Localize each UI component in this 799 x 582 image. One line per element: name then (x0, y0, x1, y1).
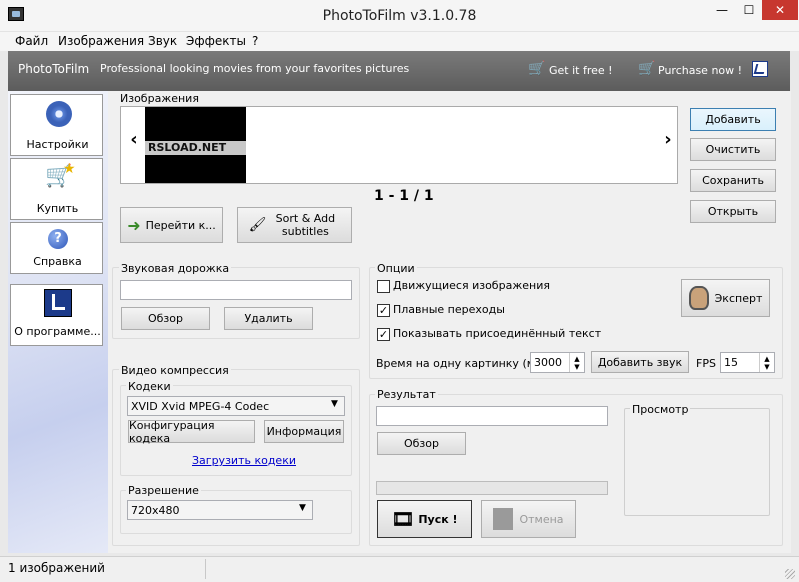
title-bar: PhotoToFilm v3.1.0.78 — ☐ ✕ (0, 0, 799, 32)
result-title: Результат (375, 388, 438, 401)
subtitles-icon: 🖌 (248, 217, 267, 233)
add-button[interactable]: Добавить (690, 108, 776, 131)
codec-config-button[interactable]: Конфигурация кодека (128, 419, 255, 445)
fps-label: FPS (696, 357, 716, 370)
save-button[interactable]: Сохранить (690, 169, 776, 192)
options-title: Опции (375, 262, 417, 275)
expert-button[interactable]: Эксперт (681, 279, 770, 317)
resize-grip-icon[interactable] (785, 569, 795, 579)
help-icon: ? (48, 229, 68, 249)
audio-delete-button[interactable]: Удалить (224, 307, 313, 330)
codecs-title: Кодеки (126, 380, 173, 393)
sidebar-item-settings[interactable]: Настройки (10, 94, 103, 156)
sidebar-item-help[interactable]: ? Справка (10, 222, 103, 274)
minimize-button[interactable]: — (708, 0, 736, 22)
window-title: PhotoToFilm v3.1.0.78 (322, 8, 477, 24)
star-icon: ★ (63, 161, 76, 177)
moving-images-label: Движущиеся изображения (393, 279, 550, 292)
status-divider (205, 559, 206, 579)
sidebar: Настройки 🛒 ★ Купить ? Справка О програм… (8, 91, 108, 553)
get-free-link[interactable]: Get it free ! (549, 64, 613, 77)
next-arrow[interactable]: › (658, 129, 678, 150)
smooth-transitions-label: Плавные переходы (393, 303, 505, 316)
sidebar-item-buy[interactable]: 🛒 ★ Купить (10, 158, 103, 220)
fps-spinner[interactable]: ▲ ▼ (759, 353, 774, 372)
banner: PhotoToFilm Professional looking movies … (8, 51, 790, 91)
sidebar-item-label: Купить (36, 202, 79, 215)
resolution-title: Разрешение (126, 484, 201, 497)
menu-bar: Файл Изображения Звук Эффекты ? (0, 32, 799, 51)
preview-title: Просмотр (630, 403, 691, 416)
codec-info-button[interactable]: Информация (264, 420, 344, 443)
arrow-icon: ➜ (127, 215, 141, 235)
film-reel-icon: 🎞 (391, 508, 415, 530)
show-text-checkbox[interactable]: ✓ (377, 328, 390, 341)
add-sound-button[interactable]: Добавить звук (591, 351, 689, 373)
start-button[interactable]: 🎞 Пуск ! (377, 500, 472, 538)
sidebar-item-label: О программе... (14, 325, 101, 338)
image-strip: ‹ RSLOAD.NET › (120, 106, 678, 184)
chevron-down-icon: ▼ (331, 399, 338, 409)
cart-icon: 🛒 (528, 61, 546, 77)
gear-icon (46, 101, 72, 127)
status-bar: 1 изображений (0, 556, 799, 582)
menu-sound[interactable]: Звук (148, 34, 177, 48)
thumb-watermark: RSLOAD.NET (145, 141, 246, 155)
banner-tagline: Professional looking movies from your fa… (100, 62, 410, 75)
cancel-button[interactable]: Отмена (481, 500, 576, 538)
status-text: 1 изображений (8, 561, 105, 575)
time-per-image-label: Время на одну картинку (мс) : (376, 357, 553, 370)
sidebar-item-label: Настройки (26, 138, 89, 151)
menu-help[interactable]: ? (252, 34, 258, 48)
about-logo-icon (44, 289, 72, 317)
moving-images-checkbox[interactable] (377, 280, 390, 293)
menu-images[interactable]: Изображения (58, 34, 144, 48)
prev-arrow[interactable]: ‹ (124, 129, 144, 150)
cancel-icon (493, 508, 514, 530)
purchase-link[interactable]: Purchase now ! (658, 64, 742, 77)
preview-group (624, 408, 770, 516)
download-codecs-link[interactable]: Загрузить кодеки (192, 454, 296, 467)
time-spinner[interactable]: ▲ ▼ (569, 353, 584, 372)
image-counter: 1 - 1 / 1 (374, 188, 434, 204)
result-browse-button[interactable]: Обзор (377, 432, 466, 455)
image-thumbnail[interactable]: RSLOAD.NET (145, 107, 246, 183)
close-button[interactable]: ✕ (762, 0, 798, 20)
sort-add-button[interactable]: 🖌 Sort & Add subtitles (237, 207, 352, 243)
smooth-transitions-checkbox[interactable]: ✓ (377, 304, 390, 317)
maximize-button[interactable]: ☐ (736, 0, 762, 22)
goto-button[interactable]: ➜ Перейти к... (120, 207, 223, 243)
video-title: Видео компрессия (119, 364, 231, 377)
sidebar-item-label: Справка (33, 255, 82, 268)
images-title: Изображения (120, 92, 199, 105)
codec-select[interactable]: XVID Xvid MPEG-4 Codec ▼ (127, 396, 345, 416)
time-per-image-input[interactable]: 3000 ▲ ▼ (530, 352, 585, 373)
audio-title: Звуковая дорожка (119, 262, 232, 275)
menu-effects[interactable]: Эффекты (186, 34, 246, 48)
progress-bar (376, 481, 608, 495)
expert-avatar-icon (688, 286, 709, 310)
sidebar-item-about[interactable]: О программе... (10, 284, 103, 346)
audio-path-input[interactable] (120, 280, 352, 300)
menu-file[interactable]: Файл (15, 34, 48, 48)
clear-button[interactable]: Очистить (690, 138, 776, 161)
show-text-label: Показывать присоединённый текст (393, 327, 602, 340)
brand-logo-icon[interactable] (752, 61, 768, 77)
fps-input[interactable]: 15 ▲ ▼ (720, 352, 775, 373)
banner-brand: PhotoToFilm (18, 62, 90, 76)
audio-browse-button[interactable]: Обзор (121, 307, 210, 330)
open-button[interactable]: Открыть (690, 200, 776, 223)
cart-icon-2: 🛒 (638, 61, 656, 77)
resolution-select[interactable]: 720x480 ▼ (127, 500, 313, 520)
result-path-input[interactable] (376, 406, 608, 426)
chevron-down-icon: ▼ (299, 503, 306, 513)
